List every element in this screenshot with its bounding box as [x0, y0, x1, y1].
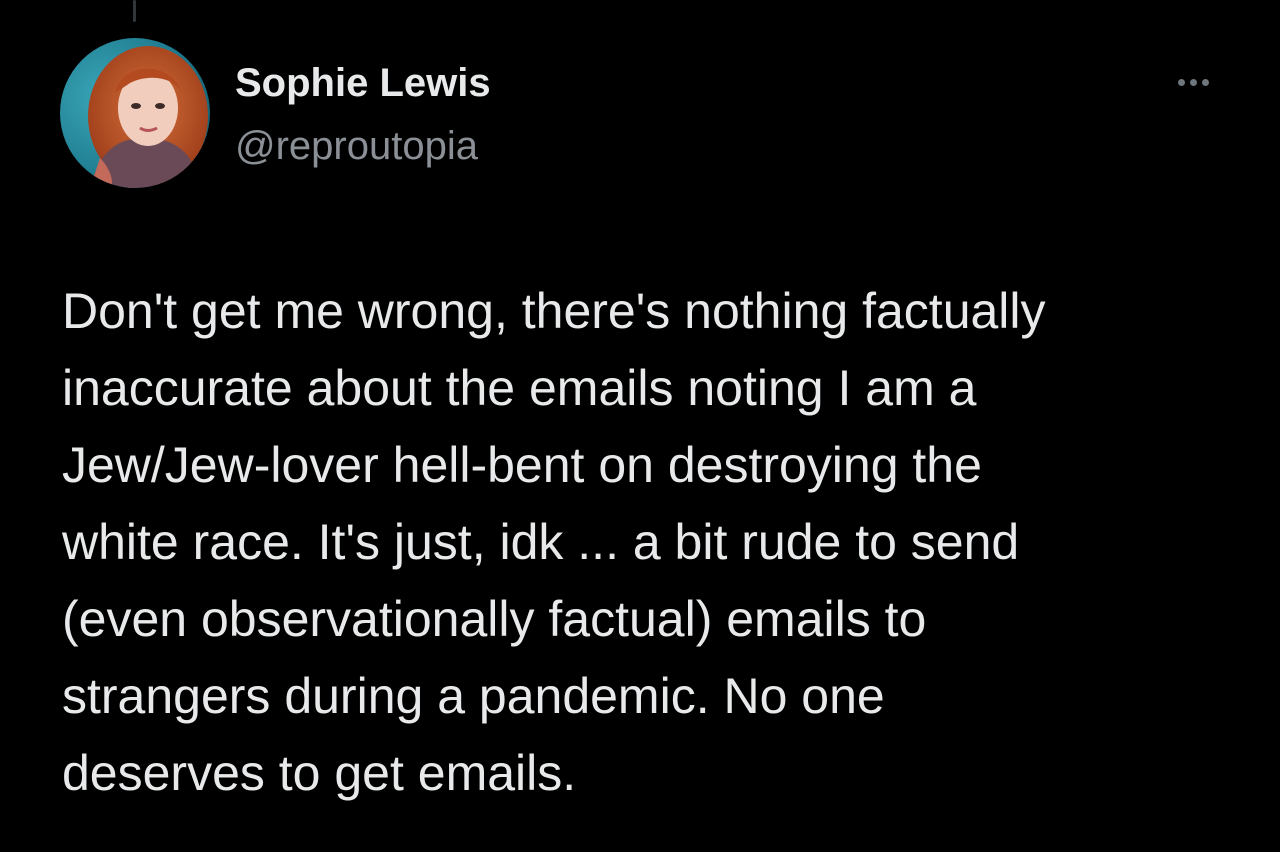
tweet-text-line: (even observationally factual) emails to	[62, 591, 927, 647]
author-display-name[interactable]: Sophie Lewis	[235, 57, 491, 109]
tweet-text-line: Don't get me wrong, there's nothing fact…	[62, 283, 1046, 339]
tweet-text-line: deserves to get emails.	[62, 745, 577, 801]
ellipsis-dot	[1201, 78, 1209, 86]
tweet-text-line: strangers during a pandemic. No one	[62, 668, 885, 724]
more-options-button[interactable]	[1166, 66, 1220, 98]
tweet-text: Don't get me wrong, there's nothing fact…	[62, 273, 1242, 812]
tweet-text-line: Jew/Jew-lover hell-bent on destroying th…	[62, 437, 982, 493]
profile-photo-icon	[60, 38, 210, 188]
author-handle[interactable]: @reproutopia	[235, 120, 478, 172]
tweet-text-line: inaccurate about the emails noting I am …	[62, 360, 977, 416]
ellipsis-horizontal-icon	[1177, 78, 1185, 86]
ellipsis-dot	[1189, 78, 1197, 86]
tweet-text-line: white race. It's just, idk ... a bit rud…	[62, 514, 1020, 570]
thread-connector-line	[133, 0, 136, 22]
avatar[interactable]	[60, 38, 210, 188]
